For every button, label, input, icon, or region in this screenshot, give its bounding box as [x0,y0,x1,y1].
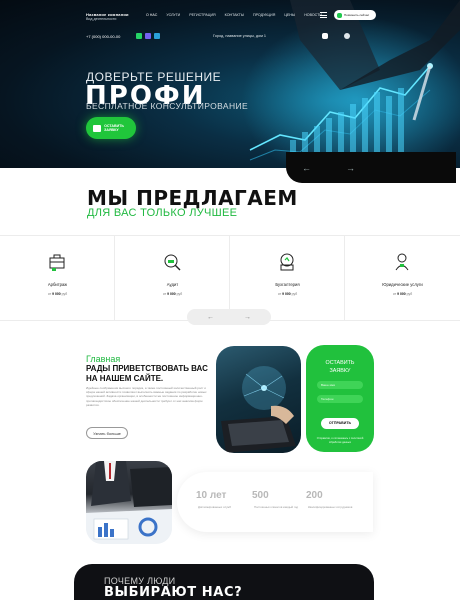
learn-more-button[interactable]: Узнать больше [86,427,128,439]
submit-button[interactable]: ОТПРАВИТЬ [321,418,359,429]
name-field[interactable]: Ваше имя [317,381,363,389]
mail-icon [93,124,102,132]
briefcase-icon [49,254,65,271]
nav-item-prices[interactable]: ЦЕНЫ [284,13,295,17]
why-us-title: ВЫБИРАЮТ НАС? [104,585,243,600]
hero-banner: Название компании Вид деятельности О НАС… [0,0,460,168]
service-price: от 9 000 руб [47,292,68,296]
arrow-left-icon[interactable]: ← [302,163,311,173]
hero-request-button[interactable]: ОСТАВИТЬ ЗАЯВКУ [86,117,136,139]
nav-item-about[interactable]: О НАС [146,13,157,17]
phone-icon [337,12,342,18]
form-title-2: ЗАЯВКУ [329,368,351,374]
service-card[interactable]: Арбитраж от 9 000 руб [0,235,115,321]
header-phone[interactable]: +7 (000) 000-00-00 [86,34,120,39]
phone-field[interactable]: Телефон [317,395,363,403]
company-subtitle: Вид деятельности [86,17,117,21]
hero-subtitle: БЕСПЛАТНОЕ КОНСУЛЬТИРОВАНИЕ [86,101,249,111]
stat-description: Дипломированных служб [198,505,232,509]
viber-icon[interactable] [145,33,151,39]
arrow-left-icon[interactable]: ← [207,314,214,321]
hero-slider-controls [286,152,456,183]
stat-number: 10 лет [196,490,227,501]
stat-description: Квалифицированных сотрудников [308,505,353,509]
main-nav: О НАС УСЛУГИ РЕГИСТРАЦИЯ КОНТАКТЫ ПРОДУК… [146,13,322,17]
stats-panel [177,472,373,532]
legal-icon [395,253,409,271]
nav-item-registration[interactable]: РЕГИСТРАЦИЯ [189,13,215,17]
services-pager: ← → [187,309,271,325]
stat-number: 200 [306,490,323,501]
service-card[interactable]: Юридические услуги от 9 000 руб [345,235,460,321]
nav-item-services[interactable]: УСЛУГИ [166,13,180,17]
team-photo [86,461,172,544]
stat-description: Постоянных клиентов каждый год [254,505,298,509]
nav-item-contacts[interactable]: КОНТАКТЫ [225,13,244,17]
audit-icon [164,254,181,271]
office-photo [216,346,301,453]
arrow-right-icon[interactable]: → [346,163,355,173]
menu-icon[interactable] [320,12,327,19]
accounting-icon [280,253,294,271]
form-title-1: ОСТАВИТЬ [325,360,355,366]
about-text: Идейные соображения высшего порядка, а т… [86,386,207,407]
offer-subtitle: ДЛЯ ВАС ТОЛЬКО ЛУЧШЕЕ [87,207,238,219]
vk-icon[interactable] [344,33,350,39]
hero-background-art [230,0,460,168]
stat-number: 500 [252,490,269,501]
service-name: Бухгалтерия [275,282,300,287]
service-price: от 9 000 руб [392,292,413,296]
telegram-icon[interactable] [154,33,160,39]
consent-text[interactable]: Отправляя, я соглашаюсь с политикой обра… [312,437,368,444]
service-price: от 9 000 руб [277,292,298,296]
about-label: Главная [86,354,121,364]
business-meeting-illustration [86,461,172,544]
laptop-illustration [221,366,296,453]
call-now-button[interactable]: Позвонить сейчас [334,10,376,20]
request-form: ОСТАВИТЬ ЗАЯВКУ Ваше имя Телефон ОТПРАВИ… [306,345,374,452]
service-name: Арбитраж [47,282,68,287]
service-name: Юридические услуги [382,282,423,287]
about-heading: РАДЫ ПРИВЕТСТВОВАТЬ ВАС НА НАШЕМ САЙТЕ. [86,364,208,383]
arrow-right-icon[interactable]: → [244,314,251,321]
service-name: Аудит [166,282,179,287]
service-price: от 9 000 руб [162,292,183,296]
whatsapp-icon[interactable] [136,33,142,39]
header-address: Город, название улицы, дом 1 [213,34,267,38]
youtube-icon[interactable] [322,33,328,39]
nav-item-products[interactable]: ПРОДУКЦИЯ [253,13,275,17]
